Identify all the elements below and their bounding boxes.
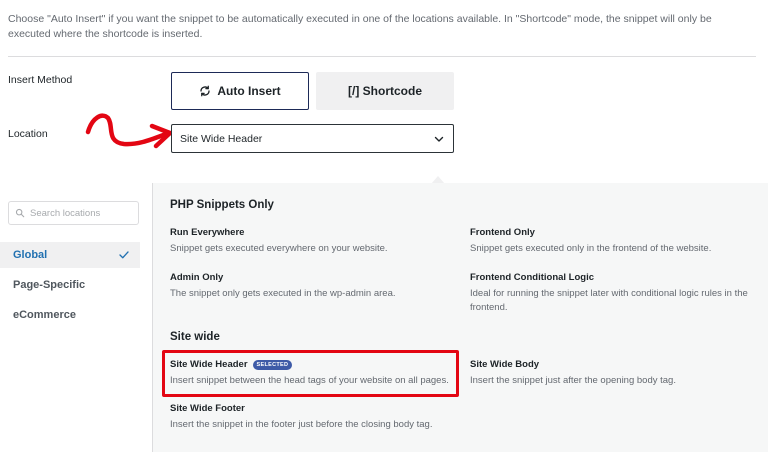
option-title: Frontend Only xyxy=(470,227,535,238)
location-select[interactable]: Site Wide Header xyxy=(171,124,454,153)
auto-insert-button[interactable]: Auto Insert xyxy=(171,72,309,110)
sidebar-item-label: eCommerce xyxy=(13,309,76,321)
option-frontend-conditional-logic[interactable]: Frontend Conditional Logic Ideal for run… xyxy=(470,272,760,315)
option-admin-only[interactable]: Admin Only The snippet only gets execute… xyxy=(170,272,460,301)
auto-insert-label: Auto Insert xyxy=(217,84,281,98)
option-run-everywhere[interactable]: Run Everywhere Snippet gets executed eve… xyxy=(170,227,460,256)
option-title: Admin Only xyxy=(170,272,224,283)
option-desc: The snippet only gets executed in the wp… xyxy=(170,288,396,299)
shortcode-label: [/] Shortcode xyxy=(348,84,422,98)
red-arrow-annotation xyxy=(85,113,173,149)
option-title: Run Everywhere xyxy=(170,227,245,238)
location-selected-value: Site Wide Header xyxy=(180,132,263,145)
option-desc: Insert the snippet in the footer just be… xyxy=(170,419,433,430)
sidebar-item-label: Global xyxy=(13,249,48,261)
divider xyxy=(8,56,756,57)
option-desc: Snippet gets executed everywhere on your… xyxy=(170,243,388,254)
option-frontend-only[interactable]: Frontend Only Snippet gets executed only… xyxy=(470,227,760,256)
sidebar-item-label: Page-Specific xyxy=(13,279,86,291)
check-icon xyxy=(119,251,129,259)
insert-method-label: Insert Method xyxy=(8,74,73,86)
search-input[interactable] xyxy=(30,207,130,219)
intro-text: Choose "Auto Insert" if you want the sni… xyxy=(8,13,712,40)
shortcode-button[interactable]: [/] Shortcode xyxy=(316,72,454,110)
chevron-down-icon xyxy=(434,136,444,142)
sidebar-item-global[interactable]: Global xyxy=(0,242,140,268)
option-site-wide-body[interactable]: Site Wide Body Insert the snippet just a… xyxy=(470,359,760,388)
sidebar-item-page-specific[interactable]: Page-Specific xyxy=(0,272,140,298)
section-title-site-wide: Site wide xyxy=(170,331,220,343)
section-title-php: PHP Snippets Only xyxy=(170,199,274,211)
option-title: Frontend Conditional Logic xyxy=(470,272,595,283)
option-title: Site Wide Body xyxy=(470,359,540,370)
location-sidebar: Global Page-Specific eCommerce xyxy=(0,183,153,452)
option-desc: Insert the snippet just after the openin… xyxy=(470,375,676,386)
option-desc: Ideal for running the snippet later with… xyxy=(470,288,748,313)
location-label: Location xyxy=(8,128,48,140)
red-highlight-box xyxy=(162,350,459,397)
refresh-icon xyxy=(200,85,210,97)
sidebar-item-ecommerce[interactable]: eCommerce xyxy=(0,302,140,328)
option-desc: Snippet gets executed only in the fronte… xyxy=(470,243,712,254)
search-box[interactable] xyxy=(8,201,139,225)
search-icon xyxy=(15,208,25,218)
location-dropdown-panel: Global Page-Specific eCommerce PHP Snipp… xyxy=(0,183,768,452)
option-title: Site Wide Footer xyxy=(170,403,245,414)
option-site-wide-footer[interactable]: Site Wide Footer Insert the snippet in t… xyxy=(170,403,460,432)
